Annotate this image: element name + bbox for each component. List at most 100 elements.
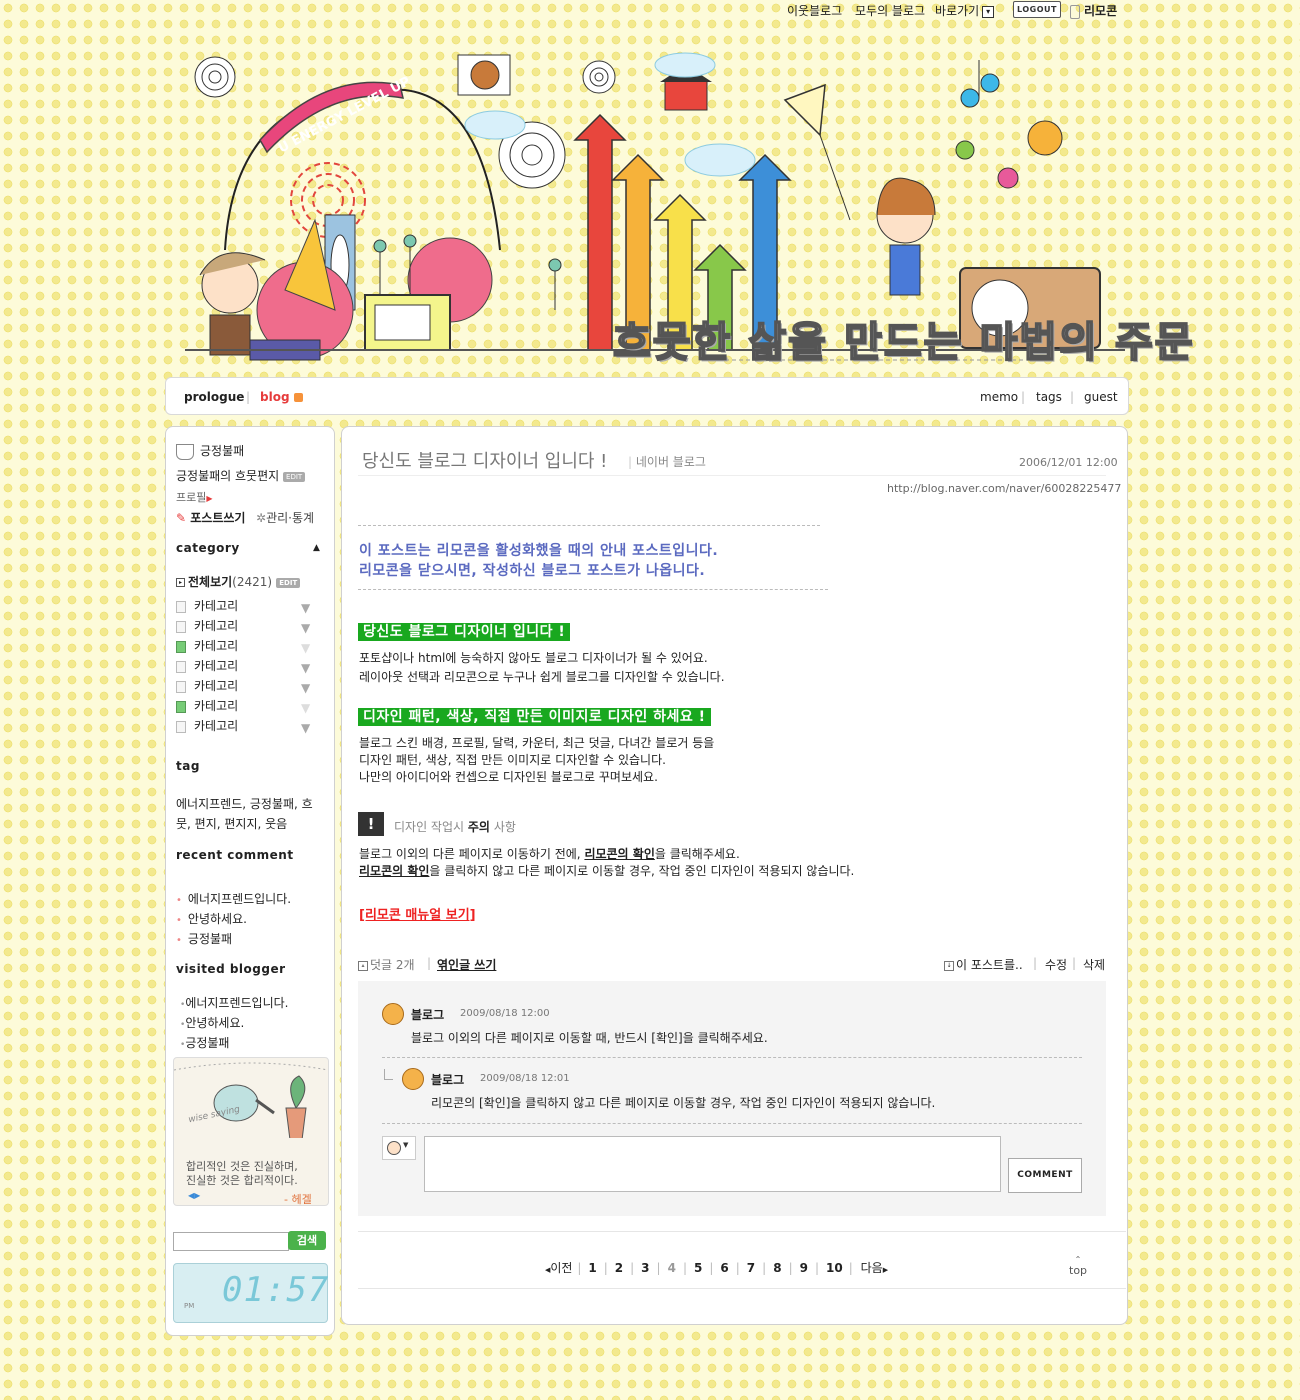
pencil-icon: ✎: [176, 511, 187, 525]
recent-comment-heading: recent comment: [176, 848, 294, 862]
profile-link[interactable]: 프로필▶: [176, 489, 213, 505]
profile-nickname[interactable]: 긍정불패: [176, 442, 244, 460]
category-item[interactable]: 카테고리: [176, 617, 238, 634]
visited-blogger-item[interactable]: •긍정불패: [180, 1034, 229, 1051]
category-item[interactable]: 카테고리: [176, 597, 238, 614]
page-link[interactable]: 3: [641, 1261, 649, 1275]
search-input[interactable]: [173, 1232, 289, 1251]
category-item[interactable]: 카테고리: [176, 677, 238, 694]
all-blogs-link[interactable]: 모두의 블로그: [855, 2, 925, 19]
nav-prologue[interactable]: prologue: [184, 390, 244, 404]
next-page-link[interactable]: 다음▶: [861, 1261, 888, 1275]
page-icon: [176, 600, 186, 613]
page-separator: |: [577, 1261, 582, 1275]
expand-arrow-icon[interactable]: ▼: [301, 661, 310, 675]
expand-arrow-icon[interactable]: ▼: [301, 621, 310, 635]
collapse-icon[interactable]: ▲: [313, 543, 320, 553]
tag-cloud-line[interactable]: 뭇, 편지, 편지지, 웃음: [176, 815, 287, 832]
right-arrow-icon: ▶: [882, 1266, 889, 1274]
category-item[interactable]: 카테고리: [176, 697, 238, 714]
expand-arrow-icon[interactable]: ▼: [301, 701, 310, 715]
page-link[interactable]: 9: [800, 1261, 808, 1275]
page-link[interactable]: 1: [588, 1261, 596, 1275]
caution-text: 사항: [493, 820, 516, 834]
page-link[interactable]: 10: [826, 1261, 843, 1275]
prev-next-icon[interactable]: ◀▶: [188, 1191, 200, 1200]
post-date: 2006/12/01 12:00: [1019, 456, 1118, 469]
fox-avatar-icon: [382, 1003, 404, 1025]
edit-badge[interactable]: EDIT: [276, 577, 301, 588]
page-link[interactable]: 6: [720, 1261, 728, 1275]
nav-guest[interactable]: guest: [1084, 390, 1118, 404]
trackback-link[interactable]: 엮인글 쓰기: [437, 956, 496, 973]
blog-title-text: 긍정불패의 흐뭇편지: [176, 469, 280, 483]
edit-badge[interactable]: EDIT: [283, 471, 306, 482]
reply-arrow-icon: [384, 1069, 393, 1080]
comment-submit-button[interactable]: COMMENT: [1008, 1158, 1082, 1193]
expand-arrow-icon[interactable]: ▼: [301, 681, 310, 695]
remocon-confirm-link[interactable]: 리모콘의 확인: [359, 864, 429, 878]
category-item[interactable]: 카테고리: [176, 717, 238, 734]
page-icon: [176, 660, 186, 673]
section-heading: 당신도 블로그 디자이너 입니다 !: [358, 621, 571, 641]
category-label: 카테고리: [194, 699, 239, 713]
page-separator: |: [814, 1261, 820, 1275]
post-title[interactable]: 당신도 블로그 디자이너 입니다 !: [362, 447, 607, 473]
page-link[interactable]: 2: [615, 1261, 623, 1275]
remocon-confirm-link[interactable]: 리모콘의 확인: [584, 847, 654, 861]
post-category[interactable]: | 네이버 블로그: [628, 453, 706, 470]
visited-blogger-item[interactable]: •안녕하세요.: [180, 1014, 244, 1031]
expand-arrow-icon[interactable]: ▼: [301, 601, 310, 615]
page-icon: [176, 720, 186, 733]
page-link[interactable]: 7: [747, 1261, 755, 1275]
chevron-down-icon: ▼: [403, 1141, 409, 1149]
tag-heading: tag: [176, 759, 200, 773]
write-post-button[interactable]: ✎ 포스트쓰기: [176, 509, 245, 526]
recent-comment-item[interactable]: • 긍정불패: [176, 930, 232, 947]
comment-textarea[interactable]: [424, 1136, 1001, 1192]
sidebar: 긍정불패 긍정불패의 흐뭇편지 EDIT 프로필▶ ✎ 포스트쓰기 ✲관리·통계…: [165, 426, 335, 1336]
page-link[interactable]: 4: [668, 1261, 676, 1275]
expand-arrow-icon[interactable]: ▼: [301, 721, 310, 735]
shortcut-menu[interactable]: 바로가기 ▾: [935, 2, 995, 19]
comment-author[interactable]: 블로그: [431, 1071, 464, 1088]
remocon-button[interactable]: 리모콘: [1070, 2, 1117, 19]
category-label: 카테고리: [194, 659, 239, 673]
category-item[interactable]: 카테고리: [176, 657, 238, 674]
page-link[interactable]: 5: [694, 1261, 702, 1275]
saying-line: 진실한 것은 합리적이다.: [186, 1174, 298, 1187]
neighbor-blog-link[interactable]: 이웃블로그: [787, 2, 842, 19]
search-button[interactable]: 검색: [288, 1231, 326, 1250]
post-url[interactable]: http://blog.naver.com/naver/60028225477: [887, 482, 1121, 495]
notice-line: 리모콘을 닫으시면, 작성하신 블로그 포스트가 나옵니다.: [359, 563, 706, 579]
avatar-selector[interactable]: ▼: [382, 1136, 416, 1160]
tag-cloud-line[interactable]: 에너지프렌드, 긍정불패, 흐: [176, 795, 313, 812]
watering-can-illustration: [174, 1062, 328, 1138]
nav-blog[interactable]: blog: [260, 390, 303, 404]
page-separator: |: [762, 1261, 767, 1275]
delete-post-link[interactable]: 삭제: [1083, 956, 1105, 973]
nav-memo[interactable]: memo: [980, 390, 1018, 404]
visited-blogger-item[interactable]: •에너지프렌드입니다.: [180, 994, 289, 1011]
logout-button[interactable]: LOGOUT: [1013, 1, 1061, 18]
arrow-right-icon: ▶: [206, 494, 213, 503]
comment-author[interactable]: 블로그: [411, 1006, 444, 1023]
category-all[interactable]: ▸ 전체보기(2421) EDIT: [176, 573, 301, 590]
expand-arrow-icon[interactable]: ▼: [301, 641, 310, 655]
comment-toggle[interactable]: ▴ 덧글 2개: [358, 956, 415, 973]
shortcut-label: 바로가기: [935, 4, 980, 18]
write-post-label: 포스트쓰기: [190, 511, 246, 525]
edit-post-link[interactable]: 수정: [1045, 956, 1067, 973]
recent-comment-item[interactable]: • 에너지프렌드입니다.: [176, 890, 291, 907]
recent-comment-item[interactable]: • 안녕하세요.: [176, 910, 247, 927]
top-link[interactable]: ⌃ top: [1069, 1254, 1087, 1276]
prev-page-link[interactable]: ◀이전: [545, 1261, 572, 1275]
category-item[interactable]: 카테고리: [176, 637, 238, 654]
manual-link[interactable]: [리모콘 매뉴얼 보기]: [359, 904, 476, 923]
manage-stats-link[interactable]: ✲관리·통계: [256, 509, 314, 526]
page-separator: |: [656, 1261, 661, 1275]
nav-blog-label: blog: [260, 390, 290, 404]
page-link[interactable]: 8: [773, 1261, 781, 1275]
nav-tags[interactable]: tags: [1036, 390, 1062, 404]
this-post-menu[interactable]: ↓ 이 포스트를..: [944, 956, 1023, 973]
